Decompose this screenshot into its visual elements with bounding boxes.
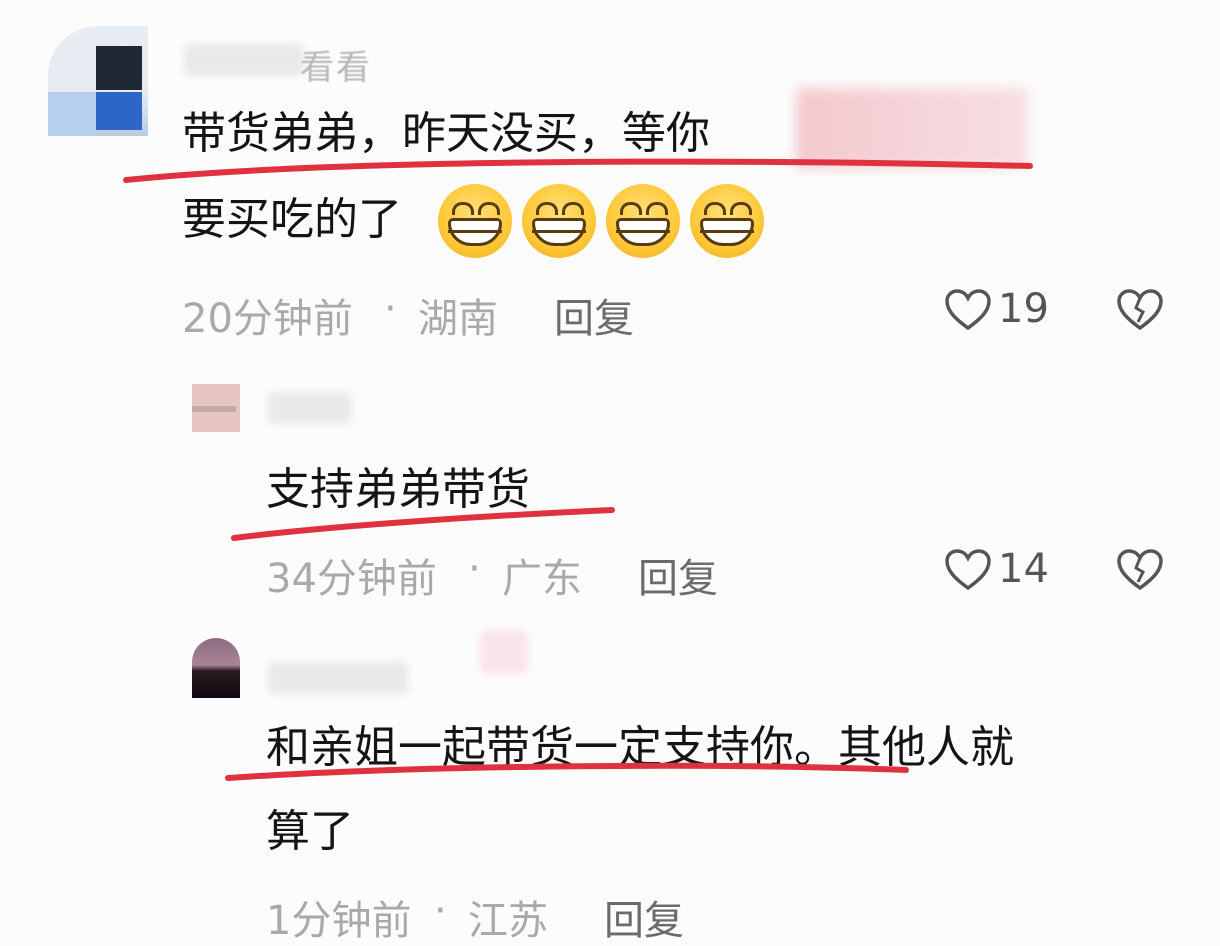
grin-emoji <box>438 184 512 258</box>
grin-emoji <box>606 184 680 258</box>
username-redacted <box>268 662 408 694</box>
comment-location: 江苏 <box>468 898 548 944</box>
heart-outline-icon[interactable] <box>944 548 992 592</box>
grin-emoji <box>690 184 764 258</box>
heart-outline-icon[interactable] <box>944 288 992 332</box>
highlight-underline <box>231 507 615 541</box>
username-redacted <box>184 44 304 76</box>
broken-heart-icon[interactable] <box>1116 548 1164 592</box>
comment-text-line2: 要买吃的了 <box>182 194 402 245</box>
meta-separator: · <box>434 888 447 934</box>
highlight-underline <box>225 762 909 781</box>
reply-button[interactable]: 回复 <box>604 888 684 946</box>
grin-emoji <box>522 184 596 258</box>
broken-heart-icon[interactable] <box>1116 288 1164 332</box>
comment-location: 广东 <box>502 556 582 602</box>
meta-separator: · <box>384 286 397 332</box>
comment-location: 湖南 <box>418 296 498 342</box>
reply-button[interactable]: 回复 <box>554 286 634 344</box>
avatar[interactable] <box>192 638 240 698</box>
like-count: 19 <box>998 286 1049 332</box>
username[interactable]: 看看 <box>300 40 372 89</box>
like-count: 14 <box>998 546 1049 592</box>
avatar[interactable] <box>192 384 240 432</box>
comment-time: 1分钟前 <box>266 898 412 944</box>
reply-button[interactable]: 回复 <box>638 546 718 604</box>
comment-text-line2: 算了 <box>266 806 354 857</box>
meta-separator: · <box>468 546 481 592</box>
username-redacted <box>268 392 352 424</box>
username-redacted <box>480 630 528 674</box>
comment-time: 34分钟前 <box>266 556 437 602</box>
comment-time: 20分钟前 <box>182 296 353 342</box>
